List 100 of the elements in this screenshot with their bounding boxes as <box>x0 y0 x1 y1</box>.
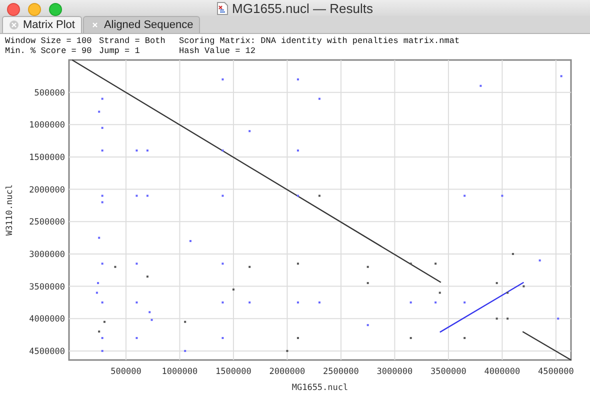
data-point <box>434 301 437 304</box>
data-point <box>101 350 104 352</box>
data-point <box>296 194 299 197</box>
data-point <box>103 320 106 323</box>
axis-tick-label: 3500000 <box>29 282 65 292</box>
data-point <box>296 150 299 152</box>
data-point <box>101 150 104 152</box>
data-point <box>296 78 299 80</box>
data-point <box>480 84 482 87</box>
axis-tick-label: 4500000 <box>538 367 574 377</box>
data-point <box>98 110 100 113</box>
data-point <box>136 262 138 265</box>
data-point <box>557 318 560 320</box>
axis-tick-label: 1000000 <box>162 367 198 377</box>
data-point <box>464 194 466 197</box>
data-point <box>512 252 514 255</box>
data-point <box>248 301 251 304</box>
axis-tick-label: 500000 <box>34 88 65 98</box>
axis-tick-label: 3000000 <box>376 367 413 377</box>
data-point <box>150 318 153 321</box>
axis-tick-label: 500000 <box>110 367 142 377</box>
x-axis-label: MG1655.nucl <box>292 383 348 393</box>
window-title: MG1655.nucl — Results <box>232 0 373 16</box>
y-axis-label: W3110.nucl <box>5 184 15 236</box>
data-point <box>101 126 104 129</box>
parameter-text: Min. % Score = 90 <box>5 46 92 56</box>
tab[interactable]: Aligned Sequence <box>82 16 200 33</box>
data-point <box>101 337 104 340</box>
data-point <box>96 292 98 294</box>
axis-tick-label: 2000000 <box>29 185 65 196</box>
data-point <box>464 301 466 304</box>
data-point <box>522 285 525 288</box>
data-point <box>222 337 224 340</box>
data-point <box>222 194 224 197</box>
data-point <box>366 282 369 284</box>
data-point <box>146 150 148 152</box>
tab[interactable]: Matrix Plot <box>2 16 82 33</box>
data-point <box>496 282 498 284</box>
close-icon[interactable] <box>90 20 100 30</box>
data-point <box>189 240 192 242</box>
data-point <box>98 330 100 333</box>
axis-tick-label: 4500000 <box>29 346 65 357</box>
data-point <box>222 78 224 80</box>
data-point <box>538 259 541 262</box>
data-point <box>146 194 148 197</box>
document-icon <box>217 2 228 14</box>
data-point <box>410 262 412 265</box>
axis-tick-label: 1500000 <box>29 152 65 163</box>
data-point <box>318 194 320 197</box>
data-point <box>146 276 148 278</box>
data-point <box>438 292 441 294</box>
data-point <box>501 194 504 197</box>
data-point <box>101 262 104 265</box>
parameter-text: Scoring Matrix: DNA identity with penalties matrix.nmat <box>179 36 460 46</box>
data-point <box>148 311 151 314</box>
axis-tick-label: 1000000 <box>29 120 65 131</box>
axis-tick-label: 2000000 <box>269 367 306 377</box>
data-point <box>286 350 288 352</box>
close-icon[interactable] <box>9 20 19 30</box>
data-point <box>101 98 104 100</box>
data-point <box>222 301 224 304</box>
data-point <box>410 337 412 340</box>
axis-tick-label: 4000000 <box>29 314 65 325</box>
data-point <box>296 262 299 265</box>
axis-tick-label: 1500000 <box>216 367 252 377</box>
data-point <box>136 150 138 152</box>
parameter-text: Strand = Both <box>99 36 166 46</box>
data-point <box>506 292 509 294</box>
data-point <box>222 150 224 152</box>
data-point <box>366 324 369 326</box>
data-point <box>101 201 104 204</box>
data-point <box>560 75 562 78</box>
data-point <box>184 320 186 323</box>
data-point <box>434 262 437 265</box>
close-button[interactable] <box>7 3 20 16</box>
data-point <box>97 282 100 284</box>
data-point <box>98 236 100 239</box>
data-point <box>222 262 224 265</box>
parameter-text: Window Size = 100 <box>5 36 92 46</box>
data-point <box>248 266 251 268</box>
axis-tick-label: 3000000 <box>29 250 65 260</box>
parameter-text: Jump = 1 <box>99 46 140 56</box>
data-point <box>114 266 116 268</box>
data-point <box>136 194 138 197</box>
data-point <box>464 337 466 340</box>
data-point <box>296 337 299 340</box>
minimize-button[interactable] <box>28 3 41 16</box>
axis-tick-label: 2500000 <box>323 367 359 377</box>
data-point <box>248 130 251 132</box>
data-point <box>232 288 234 291</box>
data-point <box>496 318 498 320</box>
data-point <box>136 337 138 340</box>
data-point <box>506 318 509 320</box>
data-point <box>136 301 138 304</box>
data-point <box>101 194 104 197</box>
parameter-text: Hash Value = 12 <box>179 46 256 56</box>
axis-tick-label: 4000000 <box>484 367 520 377</box>
zoom-button[interactable] <box>49 3 62 16</box>
axis-tick-label: 2500000 <box>29 218 65 228</box>
data-point <box>296 301 299 304</box>
